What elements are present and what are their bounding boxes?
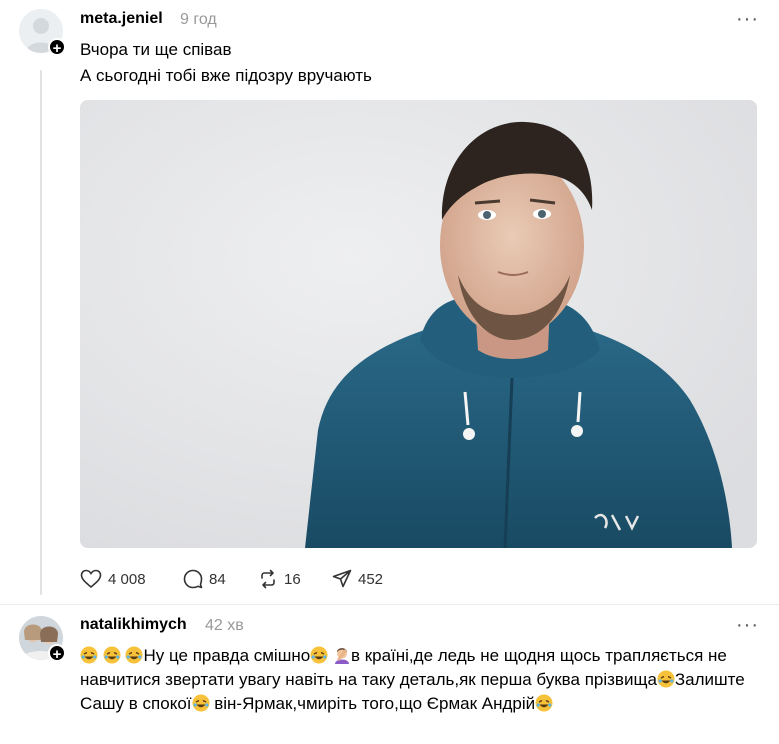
reply-username[interactable]: natalikhimych: [80, 616, 187, 634]
reply-follow-plus-icon[interactable]: +: [48, 644, 66, 663]
post-text-line-1: Вчора ти ще співав: [80, 40, 232, 59]
reply-more-icon[interactable]: ···: [736, 615, 759, 635]
rofl-emoji: [657, 670, 675, 688]
comment-button[interactable]: 84: [183, 568, 226, 590]
share-icon: [332, 569, 352, 588]
rofl-emoji: [192, 694, 210, 712]
portrait-image: [80, 100, 757, 548]
heart-icon: [80, 569, 102, 589]
reply-segment-1: Ну це правда смішно: [143, 646, 311, 665]
comment-icon: [183, 569, 203, 589]
repost-icon: [261, 569, 275, 589]
post-photo[interactable]: [80, 100, 757, 548]
facepalm-emoji: [334, 648, 349, 664]
post-username[interactable]: meta.jeniel: [80, 10, 163, 28]
divider: [0, 604, 779, 605]
rofl-emoji: [125, 646, 143, 664]
thread-line: [40, 70, 42, 595]
reply-time: 42 хв: [205, 617, 244, 634]
repost-count: 16: [284, 570, 301, 588]
follow-plus-icon[interactable]: +: [48, 38, 66, 57]
like-count: 4 008: [108, 570, 146, 588]
repost-button[interactable]: 16: [258, 568, 301, 590]
reply-segment-4: він-Ярмак,чмиріть того,що Єрмак Андрій: [209, 694, 536, 713]
rofl-emoji: [103, 646, 121, 664]
rofl-emoji: [80, 646, 98, 664]
post-time: 9 год: [180, 11, 217, 28]
share-count: 452: [358, 570, 384, 588]
more-icon[interactable]: ···: [736, 9, 759, 29]
rofl-emoji: [310, 646, 328, 664]
share-button[interactable]: 452: [332, 568, 383, 590]
reply-text: Ну це правда смішно в країні,де ледь не …: [80, 644, 760, 716]
like-button[interactable]: 4 008: [80, 568, 146, 590]
post-text-line-2: А сьогодні тобі вже підозру вручають: [80, 66, 372, 85]
comment-count: 84: [209, 570, 226, 588]
rofl-emoji: [535, 694, 553, 712]
